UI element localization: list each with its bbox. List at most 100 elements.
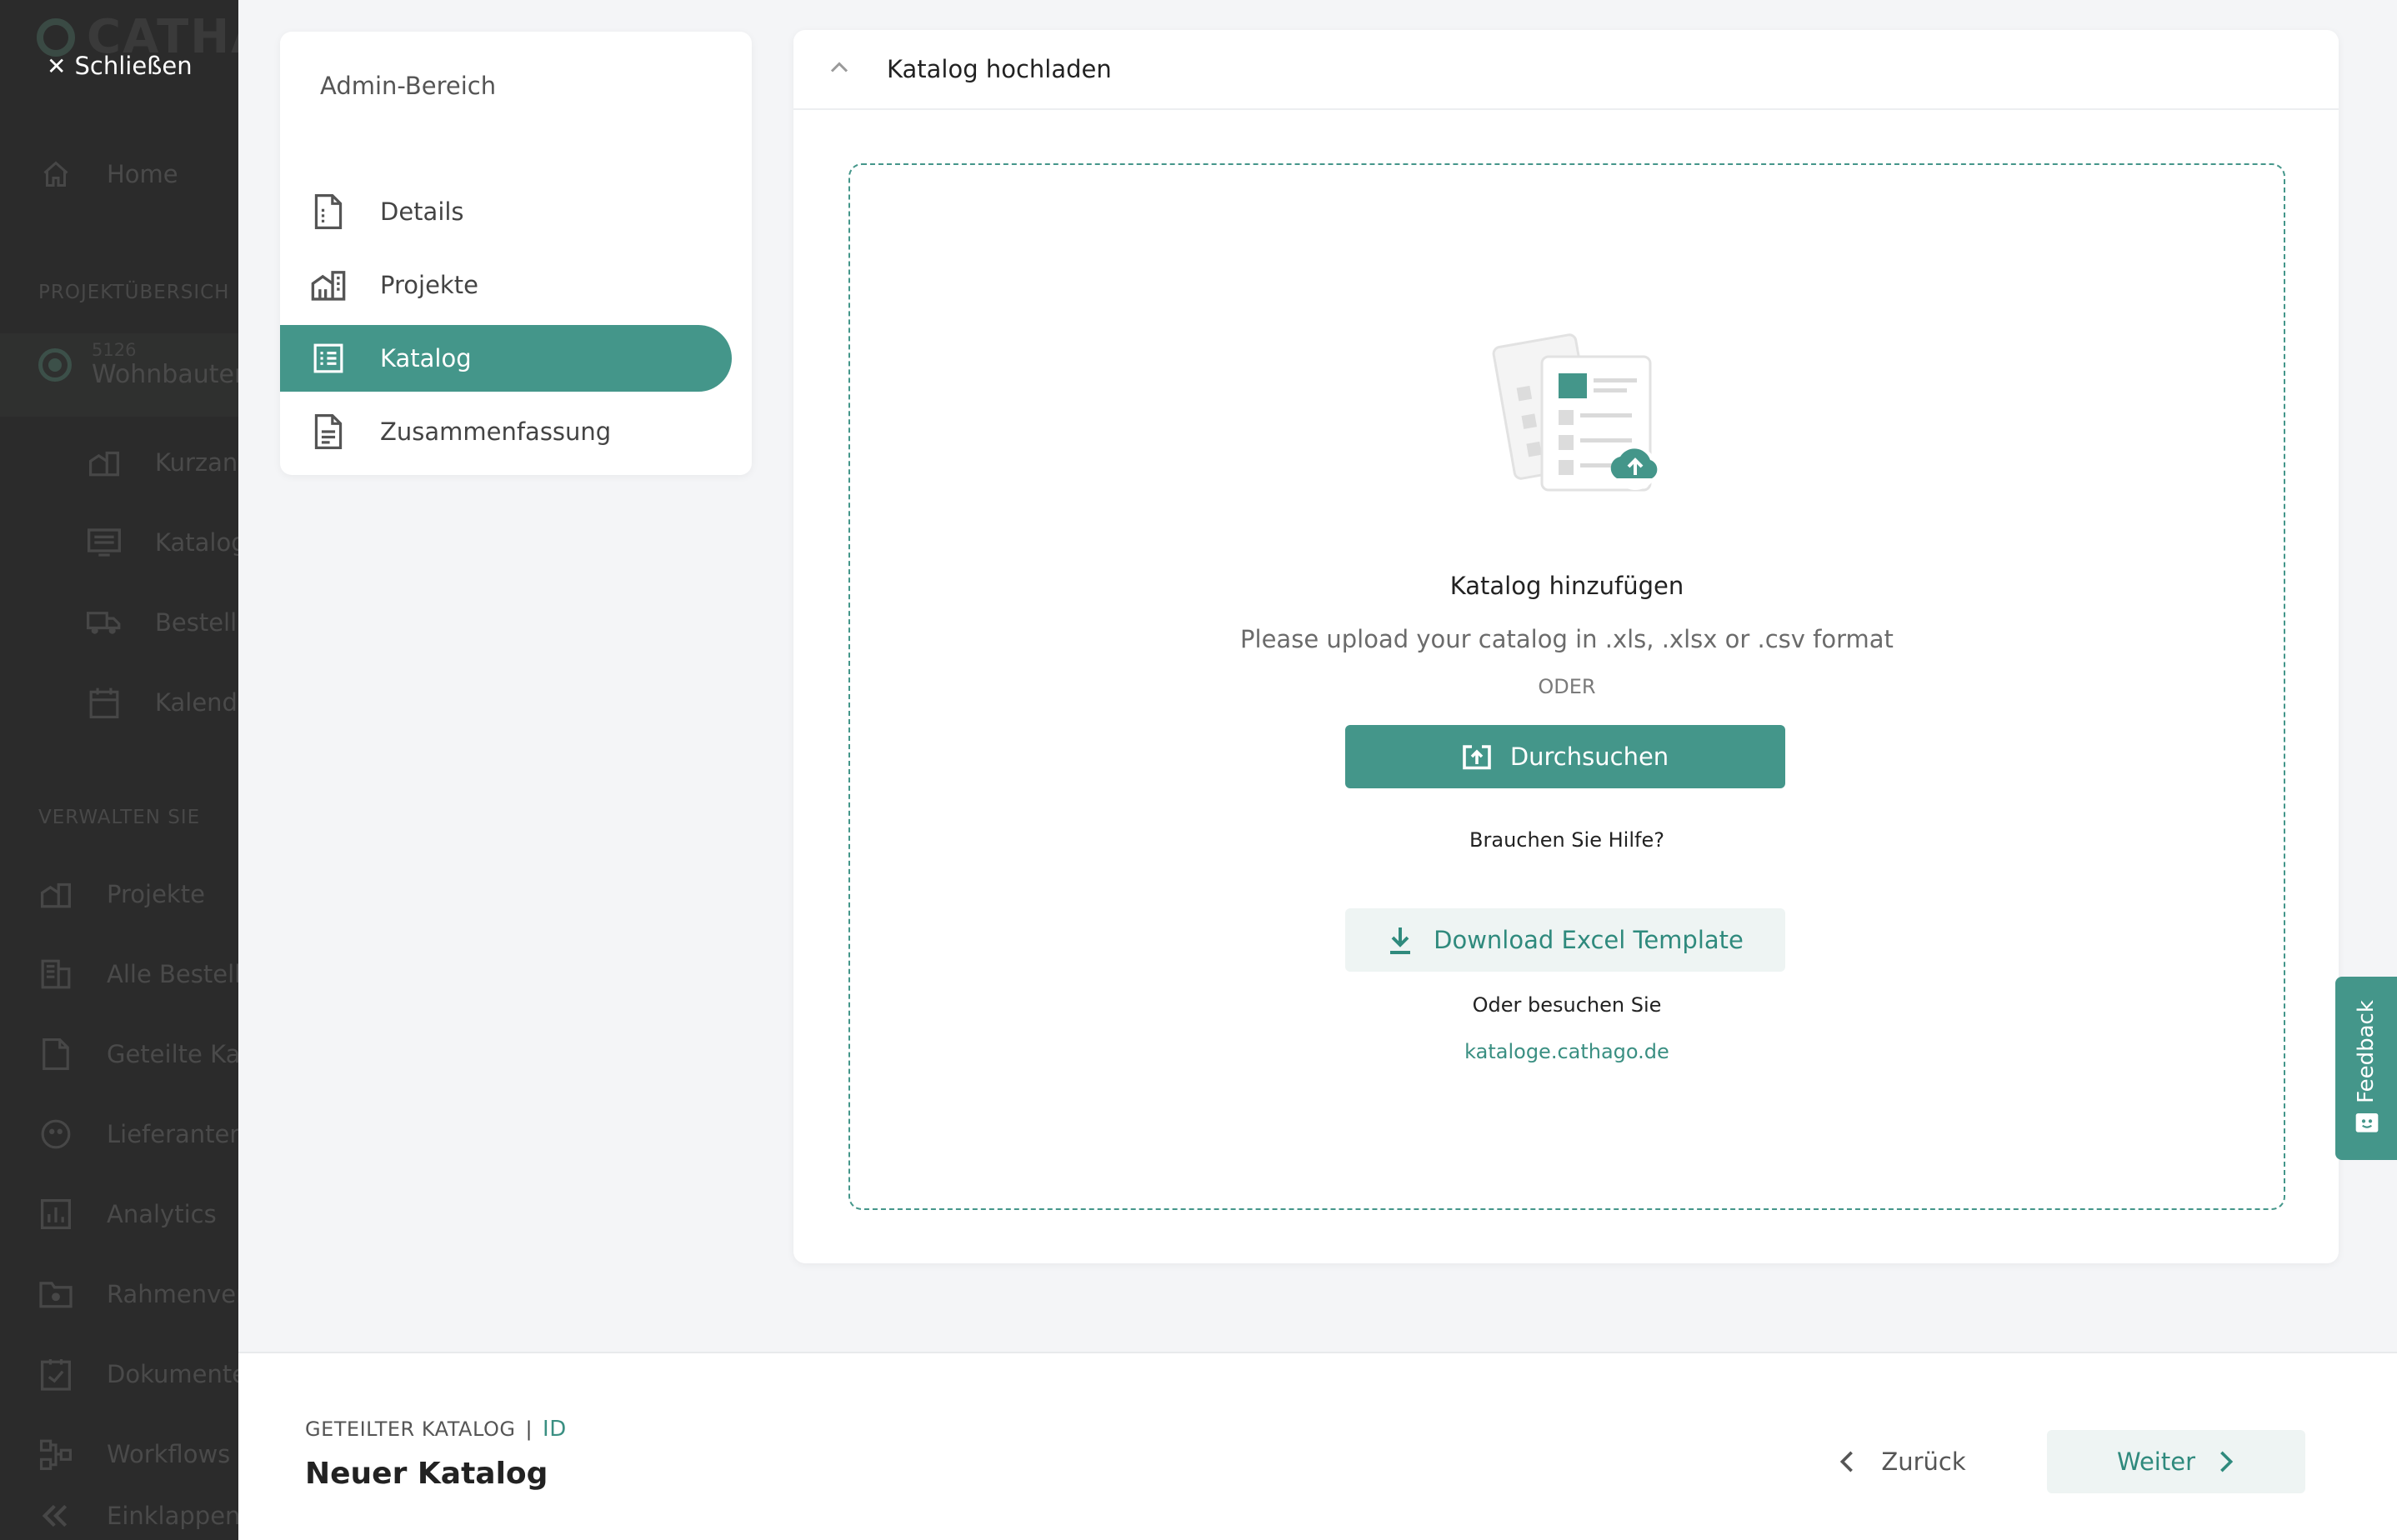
breadcrumb: GETEILTER KATALOG | ID — [305, 1417, 567, 1442]
help-question: Brauchen Sie Hilfe? — [1469, 828, 1664, 852]
close-button[interactable]: ✕ Schließen — [47, 52, 193, 80]
chevron-right-icon — [2220, 1451, 2234, 1472]
sidebar-item-label: Kurzans — [155, 448, 238, 477]
folder-star-icon — [38, 1278, 73, 1310]
wizard-footer: GETEILTER KATALOG | ID Neuer Katalog Zurüc… — [238, 1352, 2397, 1540]
catalog-upload-card: Katalog hochladen Katalog hinzufügen Ple… — [793, 30, 2339, 1263]
browse-button[interactable]: Durchsuchen — [1345, 725, 1785, 788]
admin-menu-item-projects[interactable]: Projekte — [280, 252, 732, 318]
dropzone-title: Katalog hinzufügen — [1449, 572, 1684, 600]
home-icon — [38, 158, 73, 190]
feedback-label-wrap: Feedback — [2344, 993, 2389, 1110]
sidebar-subitem-calendar: Kalend — [87, 687, 238, 718]
file-dropzone[interactable]: Katalog hinzufügen Please upload your ca… — [848, 163, 2285, 1210]
sidebar-project: 5126 Wohnbauten — [38, 340, 238, 389]
admin-menu-card: Admin-Bereich Details Projekte Katalog Z… — [280, 32, 752, 475]
close-label: Schließen — [74, 52, 193, 80]
catalog-list-icon — [310, 340, 347, 377]
sidebar-item-label: Bestell — [155, 608, 238, 637]
sidebar-subitem-catalog: Katalog — [87, 527, 238, 558]
building-icon — [310, 267, 347, 303]
section-heading-projects: PROJEKTÜBERSICH — [38, 282, 230, 303]
next-button-label: Weiter — [2116, 1448, 2195, 1476]
admin-menu-label: Zusammenfassung — [380, 418, 612, 446]
dropzone-or-divider: ODER — [1538, 675, 1596, 698]
sidebar-item-suppliers: Lieferanten — [38, 1118, 238, 1150]
back-button-label: Zurück — [1881, 1448, 1966, 1476]
sidebar-subitem-overview: Kurzans — [87, 447, 238, 478]
collapse-chevron-up-icon[interactable] — [827, 55, 852, 80]
breadcrumb-section: GETEILTER KATALOG — [305, 1418, 516, 1441]
calendar-icon — [87, 687, 122, 718]
sidebar-item-label: Workflows — [107, 1440, 231, 1468]
browse-button-label: Durchsuchen — [1509, 742, 1669, 771]
analytics-icon — [38, 1198, 73, 1230]
download-template-label: Download Excel Template — [1434, 926, 1744, 954]
admin-menu-label: Details — [380, 198, 464, 226]
dropzone-description: Please upload your catalog in .xls, .xls… — [1240, 625, 1894, 653]
next-button[interactable]: Weiter — [2047, 1430, 2305, 1493]
project-status-icon — [38, 348, 72, 382]
breadcrumb-id: ID — [543, 1417, 567, 1442]
workflow-icon — [38, 1438, 73, 1470]
download-template-button[interactable]: Download Excel Template — [1345, 908, 1785, 972]
sidebar-subitem-orders: Bestell — [87, 607, 237, 638]
admin-menu-title: Admin-Bereich — [320, 72, 497, 100]
project-name: Wohnbauten — [92, 360, 238, 389]
document-icon — [310, 193, 347, 230]
feedback-chat-icon — [2355, 1113, 2379, 1132]
sidebar-item-analytics: Analytics — [38, 1198, 217, 1230]
feedback-tab[interactable]: Feedback — [2335, 977, 2397, 1160]
project-number: 5126 — [92, 340, 137, 360]
close-icon: ✕ — [47, 52, 67, 80]
admin-menu-item-catalog[interactable]: Katalog — [280, 325, 732, 392]
sidebar-item-label: Kalend — [155, 688, 238, 717]
upload-illustration-icon — [1492, 333, 1658, 492]
breadcrumb-separator: | — [525, 1418, 533, 1441]
sidebar-item-label: Analytics — [107, 1200, 217, 1228]
catalog-name-title: Neuer Katalog — [305, 1457, 548, 1491]
sidebar-item-label: Dokumente — [107, 1360, 238, 1388]
sidebar-item-label: Home — [107, 160, 178, 188]
office-building-icon — [38, 958, 73, 990]
catalog-website-link[interactable]: kataloge.cathago.de — [850, 1040, 2284, 1063]
sidebar-item-label: Alle Bestell — [107, 960, 238, 988]
sidebar-item-shared-catalogs: Geteilte Kat — [38, 1038, 238, 1070]
section-heading-manage: VERWALTEN SIE — [38, 807, 201, 828]
sidebar-item-label: Lieferanten — [107, 1120, 238, 1148]
catalog-icon — [87, 527, 122, 558]
visit-prompt: Oder besuchen Sie — [1472, 993, 1662, 1017]
back-button[interactable]: Zurück — [1819, 1430, 1985, 1493]
supplier-icon — [38, 1118, 73, 1150]
sidebar-collapse: Einklappen — [38, 1500, 238, 1532]
admin-menu-item-summary[interactable]: Zusammenfassung — [280, 398, 732, 465]
sidebar-item-label: Rahmenver — [107, 1280, 238, 1308]
double-chevron-left-icon — [38, 1500, 73, 1532]
sidebar-item-label: Geteilte Kat — [107, 1040, 238, 1068]
truck-icon — [87, 607, 122, 638]
summary-document-icon — [310, 413, 347, 450]
chevron-left-icon — [1840, 1451, 1854, 1472]
sidebar-item-home: Home — [38, 158, 178, 190]
sidebar-item-label: Katalog — [155, 528, 238, 557]
sidebar-item-projects: Projekte — [38, 878, 205, 910]
feedback-label: Feedback — [2354, 1000, 2379, 1103]
app-sidebar-background: CATHA Home PROJEKTÜBERSICH 5126 Wohnbaut… — [0, 0, 238, 1540]
admin-menu-label: Katalog — [380, 344, 472, 372]
upload-card-header: Katalog hochladen — [793, 30, 2339, 110]
sidebar-item-label: Projekte — [107, 880, 205, 908]
sidebar-item-label: Einklappen — [107, 1502, 238, 1530]
building-icon — [38, 878, 73, 910]
admin-menu-item-details[interactable]: Details — [280, 178, 732, 245]
admin-menu-label: Projekte — [380, 271, 478, 299]
upload-box-icon — [1463, 745, 1491, 770]
sidebar-item-documents: Dokumente — [38, 1358, 238, 1391]
building-icon — [87, 447, 122, 478]
sidebar-item-workflows: Workflows — [38, 1438, 230, 1470]
sidebar-item-all-orders: Alle Bestell — [38, 958, 238, 990]
shared-document-icon — [38, 1038, 73, 1070]
clipboard-icon — [38, 1358, 73, 1391]
upload-card-title: Katalog hochladen — [887, 55, 1112, 83]
sidebar-item-framework-contracts: Rahmenver — [38, 1278, 238, 1310]
download-icon — [1390, 928, 1411, 954]
